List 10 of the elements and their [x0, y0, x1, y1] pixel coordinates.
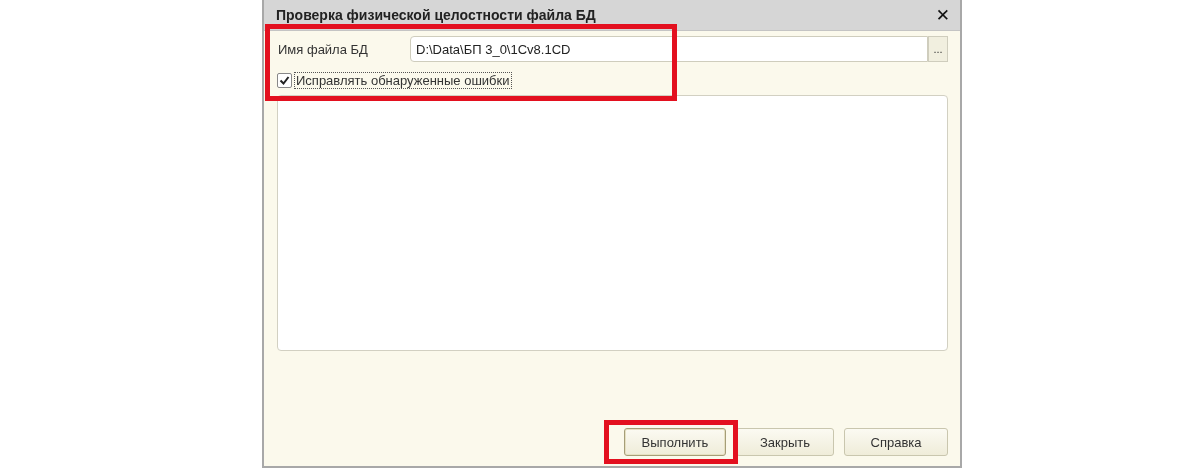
dialog-button[interactable]: Выполнить — [624, 428, 726, 456]
window-title: Проверка физической целостности файла БД — [276, 7, 596, 23]
field-label: Имя файла БД — [277, 41, 369, 57]
dialog-button[interactable]: Справка — [844, 428, 948, 456]
browse-button[interactable]: ... — [928, 36, 948, 62]
checkbox[interactable] — [277, 73, 292, 88]
checkbox-label[interactable]: Исправлять обнаруженные ошибки — [294, 72, 512, 89]
close-button[interactable]: ✕ — [933, 6, 952, 24]
dialog-button[interactable]: Закрыть — [736, 428, 834, 456]
file-name-field[interactable]: D:\Data\БП 3_0\1Cv8.1CD — [410, 36, 928, 62]
